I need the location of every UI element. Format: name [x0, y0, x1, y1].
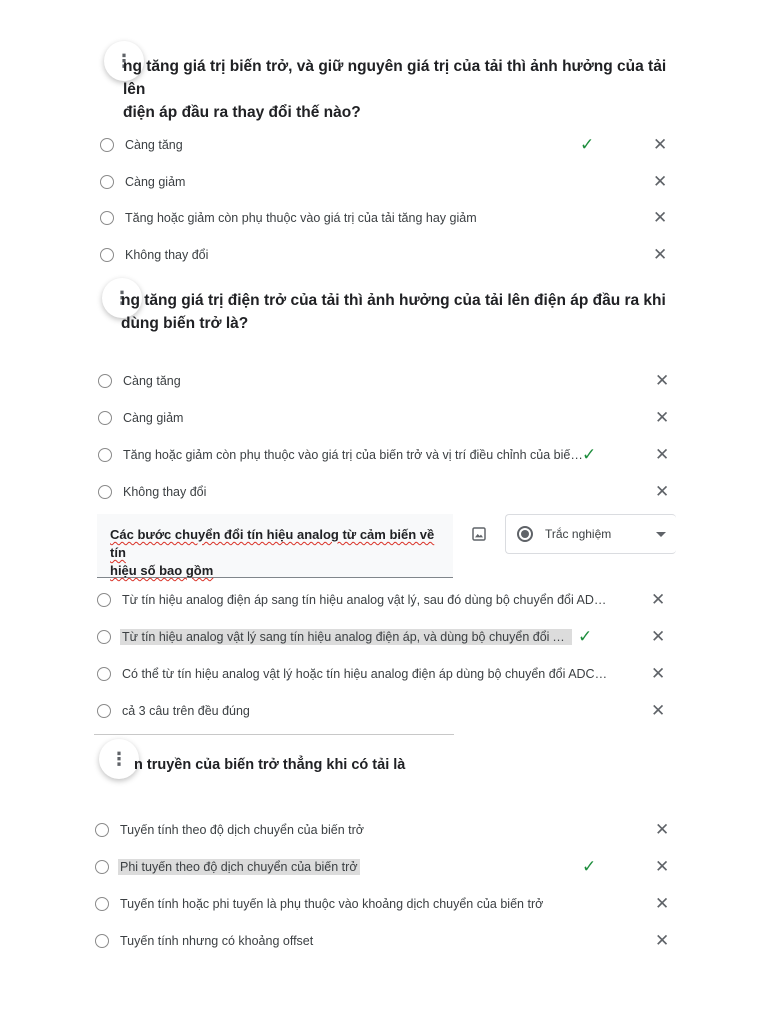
- option-label: Tăng hoặc giảm còn phụ thuộc vào giá trị…: [125, 211, 477, 225]
- option-label: cả 3 câu trên đều đúng: [122, 704, 250, 718]
- check-icon[interactable]: ✓: [582, 857, 596, 877]
- answer-option[interactable]: Tăng hoặc giảm còn phụ thuộc vào giá trị…: [100, 206, 479, 230]
- option-label: Tuyến tính nhưng có khoảng offset: [120, 934, 314, 948]
- answer-option[interactable]: Tăng hoặc giảm còn phụ thuộc vào giá trị…: [98, 443, 585, 467]
- option-label: Không thay đổi: [123, 485, 207, 499]
- question-type-label: Trắc nghiệm: [545, 527, 612, 541]
- close-icon[interactable]: ✕: [655, 371, 669, 391]
- close-icon[interactable]: ✕: [651, 701, 665, 721]
- question-type-dropdown[interactable]: Trắc nghiệm: [505, 514, 676, 554]
- radio-button-icon[interactable]: [98, 411, 112, 425]
- add-image-button[interactable]: [467, 522, 491, 546]
- close-icon[interactable]: ✕: [653, 172, 667, 192]
- check-icon[interactable]: ✓: [578, 627, 592, 647]
- question-title[interactable]: n truyền của biến trở thẳng khi có tải l…: [134, 754, 674, 777]
- option-label: Từ tín hiệu analog điện áp sang tín hiệu…: [122, 593, 612, 607]
- radio-button-icon: [517, 526, 533, 542]
- radio-button-icon[interactable]: [97, 593, 111, 607]
- question-title[interactable]: ng tăng giá trị điện trở của tải thì ảnh…: [121, 289, 681, 335]
- option-label: Tuyến tính theo độ dịch chuyển của biến …: [120, 823, 365, 837]
- close-icon[interactable]: ✕: [653, 135, 667, 155]
- answer-option[interactable]: Càng tăng: [100, 133, 185, 157]
- arrow-drop-down-icon: [656, 532, 666, 537]
- radio-button-icon[interactable]: [100, 248, 114, 262]
- answer-option[interactable]: Tuyến tính nhưng có khoảng offset: [95, 929, 315, 953]
- close-icon[interactable]: ✕: [655, 445, 669, 465]
- answer-option[interactable]: Không thay đổi: [100, 243, 210, 267]
- radio-button-icon[interactable]: [100, 138, 114, 152]
- answer-option[interactable]: Tuyến tính hoặc phi tuyến là phụ thuộc v…: [95, 892, 545, 916]
- radio-button-icon[interactable]: [97, 630, 111, 644]
- radio-button-icon[interactable]: [98, 448, 112, 462]
- image-icon: [472, 527, 486, 541]
- answer-option[interactable]: Từ tín hiệu analog điện áp sang tín hiệu…: [97, 588, 612, 612]
- answer-option[interactable]: Từ tín hiệu analog vật lý sang tín hiệu …: [97, 625, 572, 649]
- radio-button-icon[interactable]: [98, 485, 112, 499]
- radio-button-icon[interactable]: [100, 175, 114, 189]
- question-title[interactable]: ng tăng giá trị biến trở, và giữ nguyên …: [123, 55, 683, 124]
- radio-button-icon[interactable]: [100, 211, 114, 225]
- option-label: Có thể từ tín hiệu analog vật lý hoặc tí…: [122, 667, 612, 681]
- option-label: Từ tín hiệu analog vật lý sang tín hiệu …: [120, 629, 572, 645]
- close-icon[interactable]: ✕: [655, 820, 669, 840]
- radio-button-icon[interactable]: [95, 934, 109, 948]
- check-icon[interactable]: ✓: [580, 135, 594, 155]
- option-label: Càng giảm: [123, 411, 184, 425]
- option-label: Phi tuyến theo độ dịch chuyển của biến t…: [118, 859, 360, 875]
- close-icon[interactable]: ✕: [655, 408, 669, 428]
- answer-option[interactable]: Phi tuyến theo độ dịch chuyển của biến t…: [95, 855, 360, 879]
- option-label: Tuyến tính hoặc phi tuyến là phụ thuộc v…: [120, 897, 544, 911]
- check-icon[interactable]: ✓: [582, 445, 596, 465]
- question-title-field[interactable]: Các bước chuyển đổi tín hiệu analog từ c…: [97, 514, 453, 578]
- option-label: Càng tăng: [125, 138, 183, 152]
- radio-button-icon[interactable]: [95, 823, 109, 837]
- close-icon[interactable]: ✕: [653, 245, 667, 265]
- answer-option[interactable]: cả 3 câu trên đều đúng: [97, 699, 252, 723]
- close-icon[interactable]: ✕: [653, 208, 667, 228]
- more-vert-icon: ⋮: [110, 748, 128, 770]
- radio-button-icon[interactable]: [97, 667, 111, 681]
- answer-option[interactable]: Có thể từ tín hiệu analog vật lý hoặc tí…: [97, 662, 612, 686]
- answer-option[interactable]: Không thay đổi: [98, 480, 208, 504]
- option-label: Càng giảm: [125, 175, 186, 189]
- option-label: Càng tăng: [123, 374, 181, 388]
- radio-button-icon[interactable]: [97, 704, 111, 718]
- radio-button-icon[interactable]: [95, 897, 109, 911]
- close-icon[interactable]: ✕: [655, 482, 669, 502]
- answer-option[interactable]: Càng giảm: [100, 170, 187, 194]
- answer-option[interactable]: Tuyến tính theo độ dịch chuyển của biến …: [95, 818, 366, 842]
- close-icon[interactable]: ✕: [651, 590, 665, 610]
- close-icon[interactable]: ✕: [655, 894, 669, 914]
- option-label: Tăng hoặc giảm còn phụ thuộc vào giá trị…: [123, 448, 585, 462]
- close-icon[interactable]: ✕: [655, 931, 669, 951]
- option-label: Không thay đổi: [125, 248, 209, 262]
- close-icon[interactable]: ✕: [651, 664, 665, 684]
- answer-option[interactable]: Càng tăng: [98, 369, 183, 393]
- answer-option[interactable]: Càng giảm: [98, 406, 185, 430]
- question-menu-button[interactable]: ⋮: [99, 739, 139, 779]
- radio-button-icon[interactable]: [98, 374, 112, 388]
- close-icon[interactable]: ✕: [651, 627, 665, 647]
- divider: [94, 734, 454, 735]
- close-icon[interactable]: ✕: [655, 857, 669, 877]
- radio-button-icon[interactable]: [95, 860, 109, 874]
